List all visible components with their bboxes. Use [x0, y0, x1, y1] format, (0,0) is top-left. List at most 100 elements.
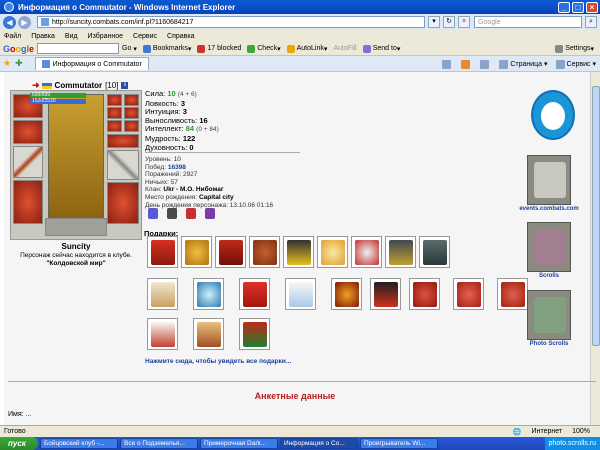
gift-item[interactable]: [497, 278, 528, 310]
tools-menu[interactable]: Сервис ▾: [555, 59, 596, 69]
gift-item[interactable]: [193, 278, 224, 310]
taskbar-item[interactable]: Все о Подземелья...: [120, 438, 198, 449]
autolink-button[interactable]: AutoLink ▾: [286, 44, 327, 53]
gift-item[interactable]: [370, 278, 401, 310]
photo-scrolls-banner[interactable]: [527, 290, 571, 340]
home-button[interactable]: [442, 59, 453, 69]
gift-item[interactable]: [147, 278, 178, 310]
google-go-button[interactable]: Go ▾: [122, 45, 137, 53]
favorites-star-icon[interactable]: ★: [3, 58, 11, 69]
gift-item[interactable]: [385, 236, 416, 268]
gift-item[interactable]: [193, 318, 224, 350]
gift-item[interactable]: [249, 236, 280, 268]
feeds-button[interactable]: [461, 59, 472, 69]
ring-slot-4[interactable]: [124, 107, 139, 119]
forward-button[interactable]: ▶: [18, 15, 31, 29]
gift-item[interactable]: [239, 318, 270, 350]
gift-item[interactable]: [419, 236, 450, 268]
gift-item[interactable]: [285, 278, 316, 310]
window-titlebar: Информация о Commutator - Windows Intern…: [0, 0, 600, 14]
zoom-level[interactable]: 100%: [572, 428, 590, 435]
gift-item[interactable]: [409, 278, 440, 310]
gift-item[interactable]: [147, 236, 178, 268]
gift-item[interactable]: [317, 236, 348, 268]
taskbar-item-active[interactable]: Информация о Co...: [280, 438, 358, 449]
settings-button[interactable]: Settings ▾: [555, 44, 594, 53]
page-menu[interactable]: Страница ▾: [499, 59, 548, 69]
gift-item[interactable]: [331, 278, 362, 310]
combats-logo-icon[interactable]: [531, 90, 575, 140]
gift-item[interactable]: [215, 236, 246, 268]
minimize-button[interactable]: _: [558, 1, 570, 13]
back-button[interactable]: ◀: [3, 15, 16, 29]
photo-scrolls-link[interactable]: Photo Scrolls: [519, 341, 579, 347]
player-status: Персонаж сейчас находится в клубе. "Колд…: [10, 252, 142, 268]
refresh-icon[interactable]: ↻: [443, 16, 455, 28]
boots-slot[interactable]: [107, 182, 139, 224]
scrolls-banner[interactable]: [527, 222, 571, 272]
taskbar-item[interactable]: Проигрыватель Wi...: [360, 438, 438, 449]
ring-slot-2[interactable]: [124, 94, 139, 106]
gift-item[interactable]: [181, 236, 212, 268]
url-field[interactable]: http://suncity.combats.com/inf.pl?116068…: [37, 16, 425, 28]
effect-icon[interactable]: [167, 208, 177, 219]
menu-edit[interactable]: Правка: [31, 33, 55, 40]
start-button[interactable]: пуск: [0, 437, 38, 450]
armor-slot[interactable]: [13, 180, 43, 224]
menu-tools[interactable]: Сервис: [133, 33, 157, 40]
gift-item[interactable]: [147, 318, 178, 350]
print-button[interactable]: [480, 59, 491, 69]
ring-slot-3[interactable]: [107, 107, 122, 119]
autofill-button[interactable]: AutoFill: [333, 45, 356, 52]
menu-help[interactable]: Справка: [167, 33, 194, 40]
ring-slot-5[interactable]: [107, 120, 122, 132]
events-banner[interactable]: [527, 155, 571, 205]
gift-item[interactable]: [283, 236, 314, 268]
gloves-slot[interactable]: [107, 134, 139, 148]
add-favorite-icon[interactable]: ✚: [15, 58, 23, 69]
gift-item[interactable]: [351, 236, 382, 268]
scrolls-link[interactable]: Scrolls: [519, 273, 579, 279]
tab-commutator[interactable]: Информация о Commutator: [34, 57, 149, 70]
stat-intellect: 84: [185, 124, 195, 134]
close-button[interactable]: ×: [586, 1, 598, 13]
rss-icon: [461, 59, 471, 69]
weapon-slot[interactable]: [13, 146, 43, 178]
info-icon[interactable]: i: [121, 82, 129, 89]
ring-slot-6[interactable]: [124, 120, 139, 132]
taskbar-item[interactable]: Бойцовский клуб -...: [40, 438, 118, 449]
all-gifts-link[interactable]: Нажмите сюда, чтобы увидеть все подарки.…: [145, 358, 291, 365]
menu-favorites[interactable]: Избранное: [88, 33, 123, 40]
name-value: ...: [25, 411, 32, 418]
sendto-button[interactable]: Send to ▾: [362, 44, 400, 53]
events-link[interactable]: events.combats.com: [519, 206, 579, 212]
gift-item[interactable]: [453, 278, 484, 310]
vertical-scrollbar[interactable]: [590, 72, 600, 425]
stat-bonus: (0 + 84): [196, 126, 219, 134]
player-level: [10]: [105, 81, 119, 90]
bookmarks-button[interactable]: Bookmarks ▾: [142, 44, 191, 53]
stat-label: Духовность:: [145, 142, 188, 152]
maximize-button[interactable]: □: [572, 1, 584, 13]
gift-item[interactable]: [239, 278, 270, 310]
stop-icon[interactable]: ×: [458, 16, 470, 28]
stat-bonus: (4 + 6): [177, 91, 197, 98]
belt-slot[interactable]: [45, 218, 107, 236]
effect-icon[interactable]: [148, 208, 158, 219]
menu-view[interactable]: Вид: [65, 33, 78, 40]
scrollbar-thumb[interactable]: [592, 86, 600, 346]
page-menu-icon: [499, 59, 509, 69]
dropdown-icon[interactable]: ▾: [428, 16, 440, 28]
popup-blocked-button[interactable]: 17 blocked: [197, 44, 241, 53]
ring-slot-1[interactable]: [107, 94, 122, 106]
effect-icon[interactable]: [186, 208, 196, 219]
search-input[interactable]: Google: [474, 16, 582, 28]
google-search-input[interactable]: [37, 43, 120, 54]
check-button[interactable]: Check ▾: [247, 44, 281, 53]
taskbar-item[interactable]: Примерочная Dark...: [200, 438, 278, 449]
effect-icon[interactable]: [205, 208, 215, 219]
menu-file[interactable]: Файл: [4, 33, 21, 40]
amulet-slot[interactable]: [13, 120, 43, 144]
search-icon[interactable]: ⌕: [585, 16, 597, 28]
shield-slot[interactable]: [107, 150, 139, 180]
